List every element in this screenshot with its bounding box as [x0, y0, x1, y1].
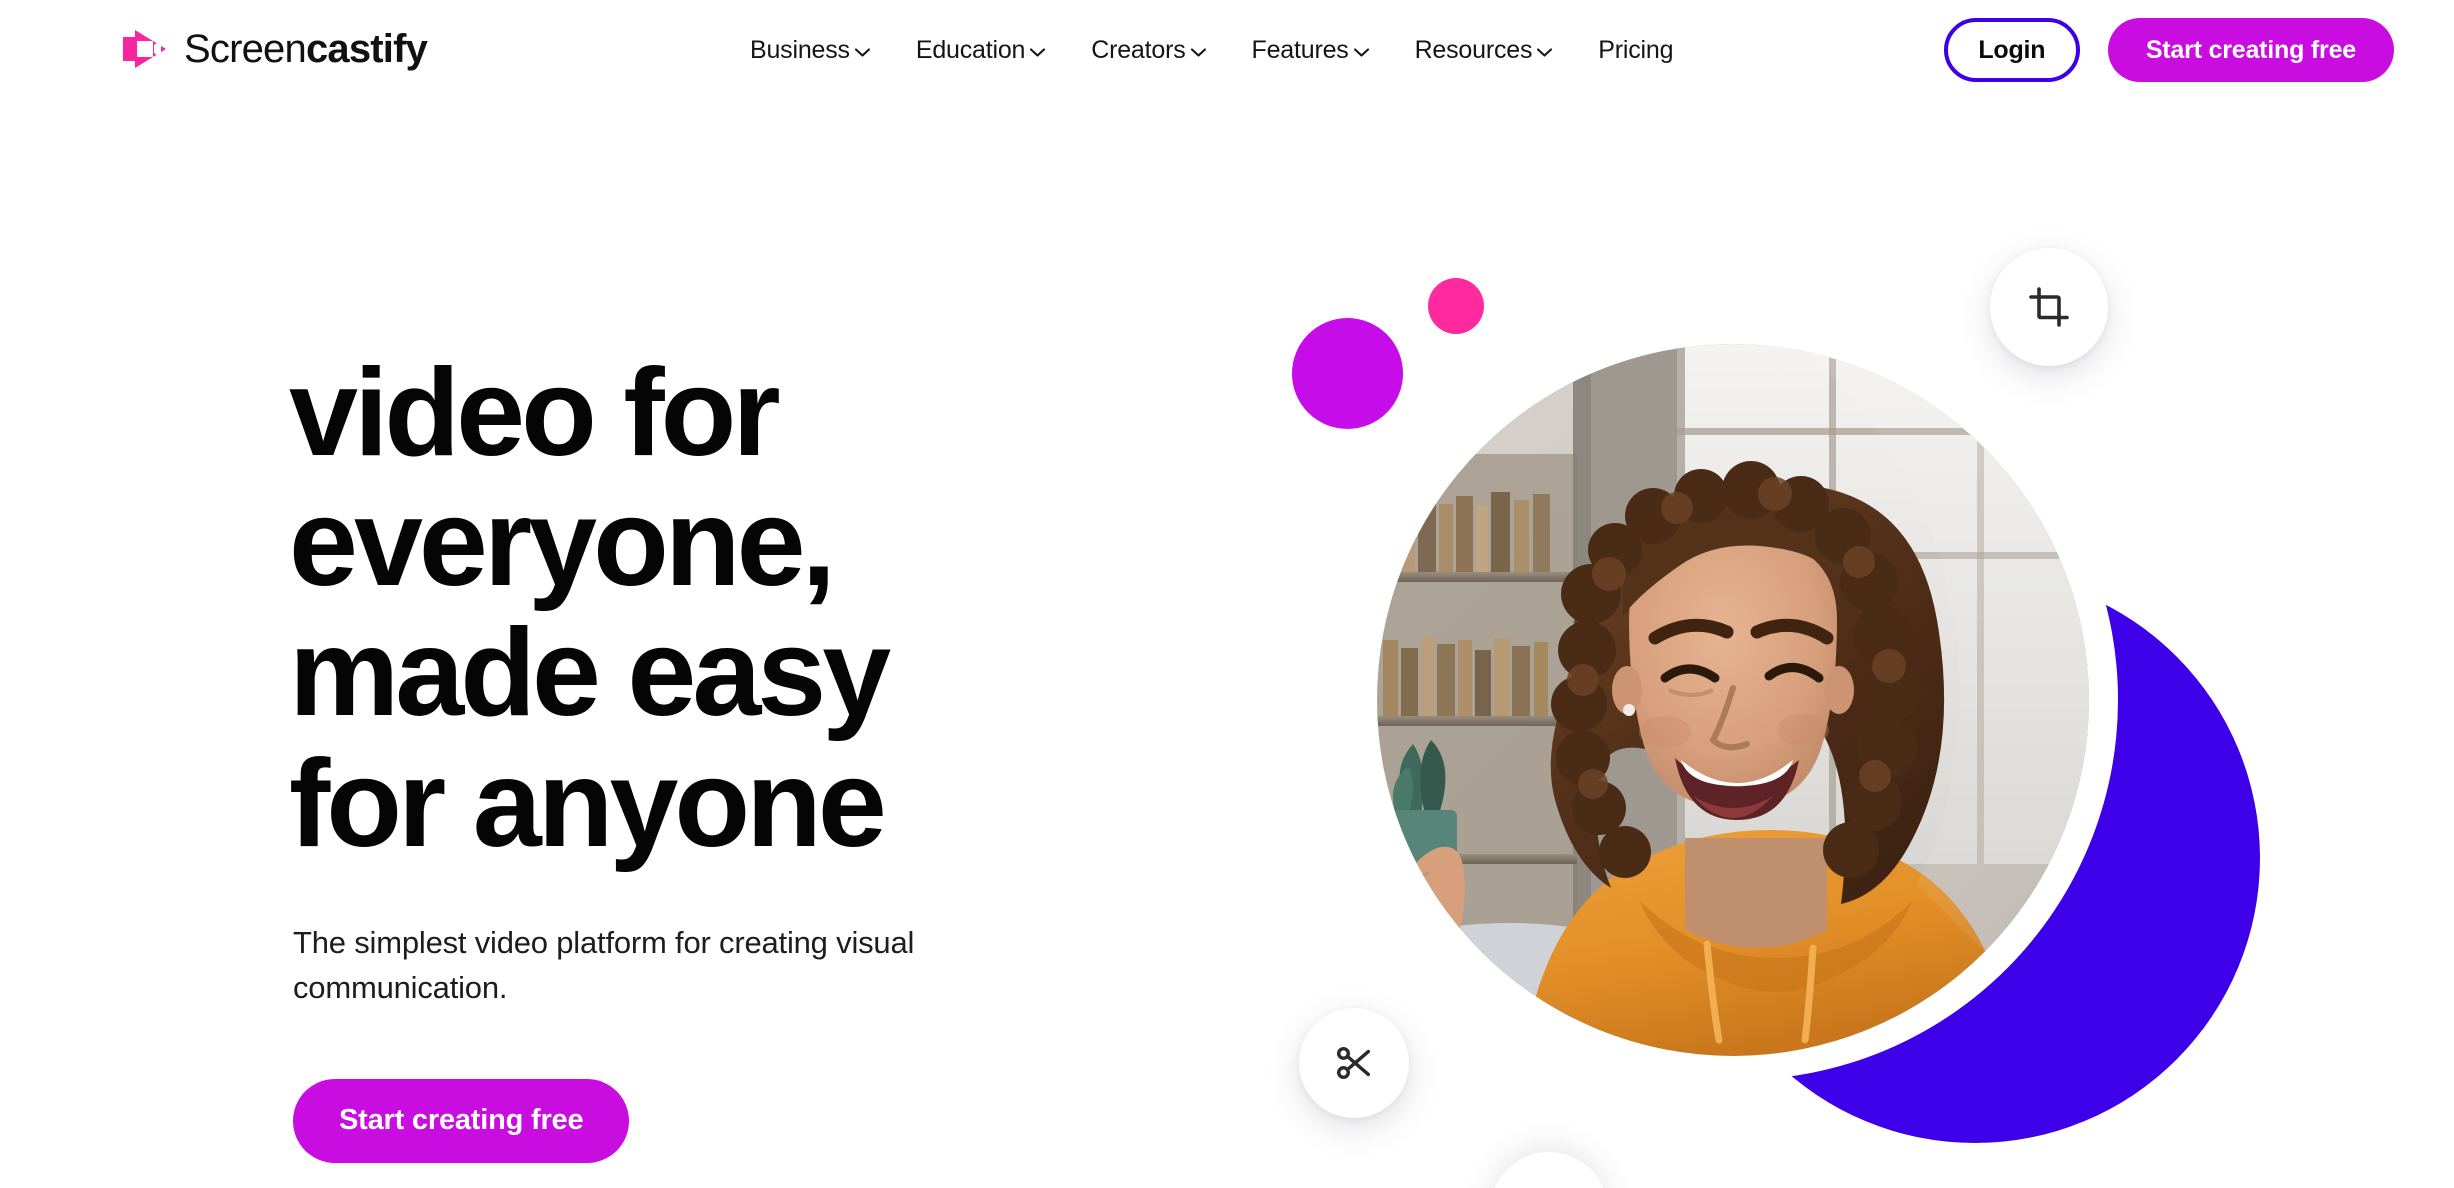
- nav-item-pricing[interactable]: Pricing: [1575, 35, 1696, 64]
- hero-title-line-3: made easy: [289, 604, 891, 743]
- brand-wordmark: Screencastify: [184, 27, 428, 71]
- nav-item-label: Resources: [1414, 35, 1533, 64]
- nav-item-resources[interactable]: Resources: [1392, 35, 1576, 64]
- hero-title-line-2: everyone,: [289, 474, 836, 613]
- chevron-down-icon: [1030, 47, 1046, 57]
- nav-item-label: Business: [750, 35, 850, 64]
- brand-word-1: Screen: [184, 27, 307, 71]
- hero-copy: video for everyone, made easy for anyone…: [289, 348, 1053, 1163]
- site-header: Screencastify Business Education Creator…: [0, 0, 2454, 100]
- nav-item-label: Features: [1251, 35, 1349, 64]
- nav-item-creators[interactable]: Creators: [1068, 35, 1228, 64]
- nav-item-label: Education: [915, 35, 1026, 64]
- crop-icon: [2027, 285, 2071, 329]
- nav-item-education[interactable]: Education: [893, 35, 1068, 64]
- scissors-icon: [1333, 1042, 1375, 1084]
- brand-word-2: castify: [305, 27, 428, 71]
- header-actions: Login Start creating free: [1943, 0, 2454, 100]
- brand-logo[interactable]: Screencastify: [113, 18, 428, 80]
- chevron-down-icon: [1190, 47, 1206, 57]
- hero-artwork: [1230, 0, 2454, 1188]
- chevron-down-icon: [1353, 47, 1369, 57]
- hero-title-line-4: for anyone: [289, 734, 887, 873]
- primary-navigation: Business Education Creators Features Res…: [750, 0, 1696, 100]
- chevron-down-icon: [854, 47, 870, 57]
- header-start-creating-free-button[interactable]: Start creating free: [2107, 18, 2394, 82]
- cut-tool-chip[interactable]: [1299, 1008, 1409, 1118]
- hero-photo: [1377, 344, 2089, 1056]
- hero-start-creating-free-button[interactable]: Start creating free: [293, 1078, 630, 1163]
- nav-item-features[interactable]: Features: [1229, 35, 1392, 64]
- crop-tool-chip[interactable]: [1990, 248, 2108, 366]
- chevron-down-icon: [1537, 47, 1553, 57]
- pink-circle-decoration: [1428, 278, 1484, 334]
- landing-page: Screencastify Business Education Creator…: [0, 0, 2454, 1188]
- hero-title-line-1: video for: [289, 344, 781, 482]
- nav-item-label: Creators: [1091, 35, 1186, 64]
- page-title: video for everyone, made easy for anyone: [289, 348, 1053, 869]
- hero-subtitle: The simplest video platform for creating…: [293, 924, 915, 1005]
- play-video-logo-icon: [113, 27, 171, 71]
- magenta-circle-decoration: [1292, 318, 1403, 429]
- nav-item-label: Pricing: [1598, 35, 1674, 64]
- login-button[interactable]: Login: [1943, 18, 2080, 82]
- nav-item-business[interactable]: Business: [750, 35, 893, 64]
